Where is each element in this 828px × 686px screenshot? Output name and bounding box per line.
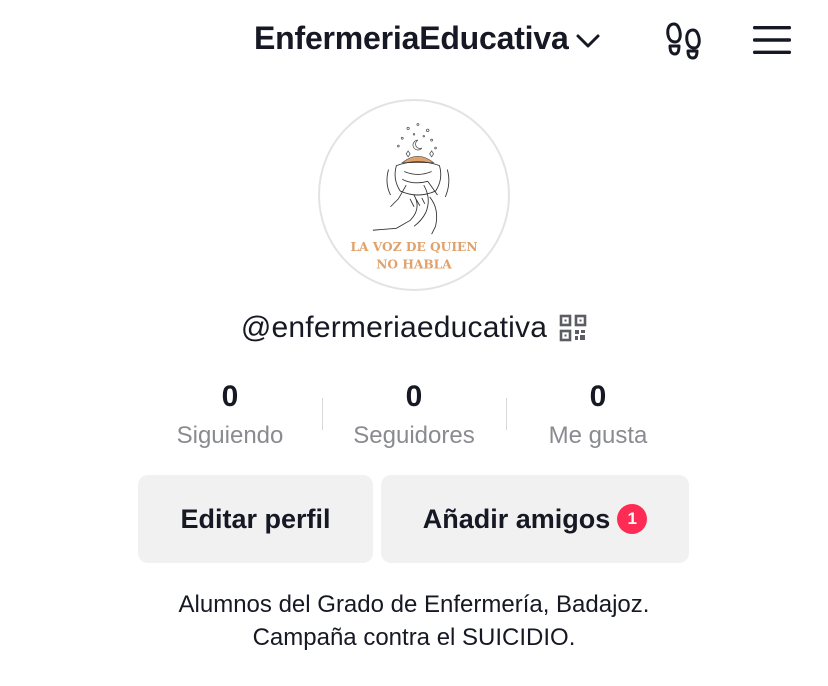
stat-likes[interactable]: 0 Me gusta: [506, 378, 690, 458]
bio-line: Alumnos del Grado de Enfermería, Badajoz…: [178, 591, 650, 618]
hamburger-menu-icon[interactable]: [752, 24, 792, 56]
stat-likes-label: Me gusta: [548, 422, 648, 449]
add-friends-button[interactable]: Añadir amigos 1: [381, 475, 689, 563]
illustration-stars: [397, 123, 437, 158]
account-username: EnfermeriaEducativa: [254, 20, 569, 56]
edit-profile-button[interactable]: Editar perfil: [138, 475, 373, 563]
avatar-logo-illustration: LA VOZ DE QUIEN NO HABLA: [350, 123, 478, 271]
stat-following[interactable]: 0 Siguiendo: [138, 378, 322, 458]
account-switcher[interactable]: EnfermeriaEducativa: [254, 20, 601, 57]
edit-profile-label: Editar perfil: [180, 503, 331, 534]
logo-text-line2: NO HABLA: [376, 257, 452, 271]
profile-bio: Alumnos del Grado de Enfermería, Badajoz…: [0, 588, 828, 654]
stat-followers-label: Seguidores: [353, 422, 475, 449]
qr-code-icon[interactable]: [559, 314, 587, 342]
profile-avatar[interactable]: LA VOZ DE QUIEN NO HABLA: [318, 99, 510, 291]
stat-likes-count: 0: [589, 380, 607, 413]
add-friends-label: Añadir amigos: [422, 503, 611, 534]
top-bar: EnfermeriaEducativa: [0, 0, 828, 80]
bio-line: Campaña contra el SUICIDIO.: [252, 624, 576, 651]
stat-divider: [322, 398, 323, 430]
footprint-icon[interactable]: [664, 20, 704, 60]
profile-handle[interactable]: @enfermeriaeducativa: [241, 311, 547, 345]
stat-following-count: 0: [221, 380, 239, 413]
notification-badge: 1: [617, 504, 648, 534]
logo-text-line1: LA VOZ DE QUIEN: [350, 240, 477, 254]
stat-following-label: Siguiendo: [176, 422, 284, 449]
chevron-down-icon: [576, 34, 600, 47]
stat-followers-count: 0: [405, 380, 423, 413]
illustration-face-hands: [372, 161, 450, 235]
stat-divider: [506, 398, 507, 430]
stat-followers[interactable]: 0 Seguidores: [322, 378, 506, 458]
handle-row: @enfermeriaeducativa: [0, 311, 828, 345]
profile-stats: 0 Siguiendo 0 Seguidores 0 Me gusta: [138, 378, 690, 458]
